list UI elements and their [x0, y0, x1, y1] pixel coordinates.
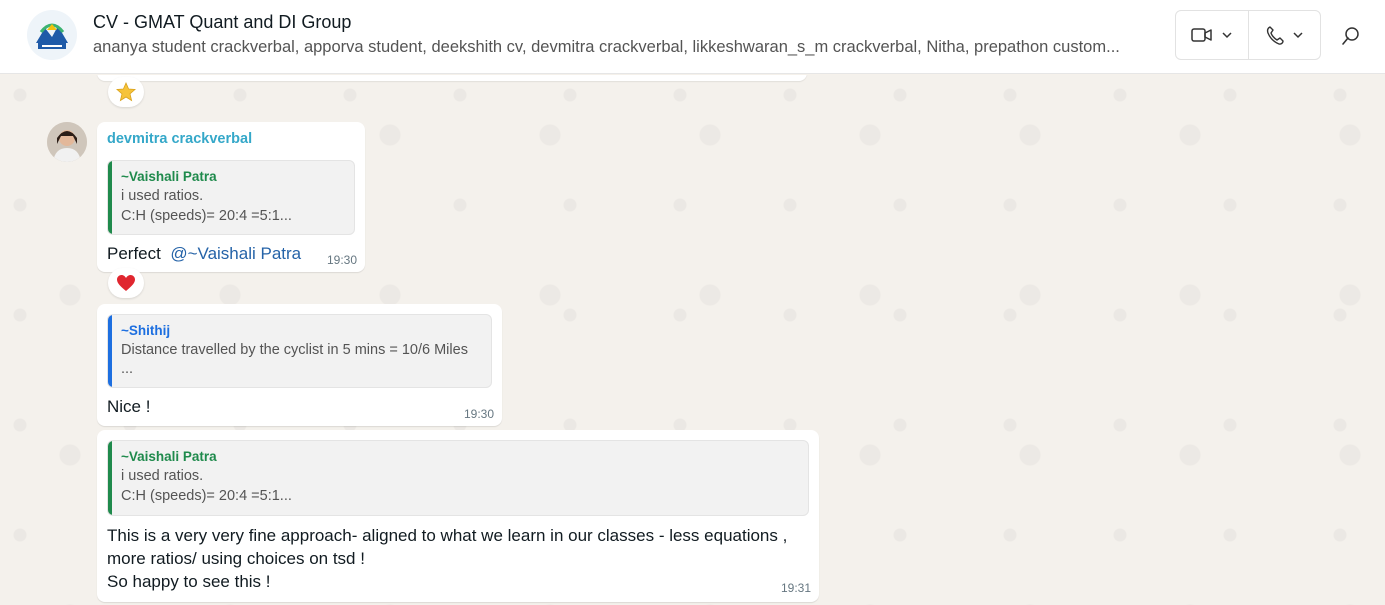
quote-line: C:H (speeds)= 20:4 =5:1... [121, 488, 292, 504]
star-emoji-icon [116, 82, 136, 102]
group-title[interactable]: CV - GMAT Quant and DI Group [93, 12, 351, 33]
reaction-badge[interactable] [108, 268, 144, 298]
heart-emoji-icon [117, 275, 135, 291]
video-call-button[interactable] [1176, 11, 1248, 59]
message-text-line: So happy to see this ! [107, 572, 271, 591]
voice-call-button[interactable] [1248, 11, 1320, 59]
quote-accent-bar [108, 315, 112, 387]
message-bubble[interactable]: ~Vaishali Patra i used ratios. C:H (spee… [97, 430, 819, 602]
message-time: 19:30 [463, 407, 494, 421]
chat-area: devmitra crackverbal ~Vaishali Patra i u… [0, 75, 1385, 605]
message-time: 19:31 [780, 581, 811, 595]
message-bubble[interactable]: ~Shithij Distance travelled by the cycli… [97, 304, 502, 426]
quote-author: ~Vaishali Patra [121, 449, 217, 464]
quote-line: C:H (speeds)= 20:4 =5:1... [121, 208, 292, 224]
avatar[interactable] [47, 122, 87, 162]
chat-header: CV - GMAT Quant and DI Group ananya stud… [0, 0, 1385, 74]
quote-author: ~Shithij [121, 323, 171, 338]
sender-name[interactable]: devmitra crackverbal [107, 131, 252, 147]
quote-line: ... [121, 361, 134, 377]
quote-line: i used ratios. [121, 188, 204, 204]
video-call-icon [1191, 28, 1212, 42]
quote-accent-bar [108, 441, 112, 515]
chevron-down-icon [1292, 32, 1303, 39]
message-text-line: more ratios/ using choices on tsd ! [107, 549, 365, 568]
message-text: Nice ! [107, 397, 151, 416]
quote-author: ~Vaishali Patra [121, 169, 217, 184]
message-text-line: This is a very very fine approach- align… [107, 526, 788, 545]
mention-link[interactable]: @~Vaishali Patra [170, 244, 301, 263]
message-time: 19:30 [326, 253, 357, 267]
quoted-message[interactable]: ~Vaishali Patra i used ratios. C:H (spee… [107, 440, 809, 516]
message-text-prefix: Perfect [107, 244, 161, 263]
previous-message-bubble [97, 75, 807, 81]
group-avatar[interactable] [27, 10, 77, 60]
chevron-down-icon [1222, 32, 1232, 39]
quote-line: i used ratios. [121, 468, 204, 484]
quoted-message[interactable]: ~Shithij Distance travelled by the cycli… [107, 314, 492, 388]
quote-line: Distance travelled by the cyclist in 5 m… [121, 342, 468, 358]
quoted-message[interactable]: ~Vaishali Patra i used ratios. C:H (spee… [107, 160, 355, 235]
reaction-badge[interactable] [108, 77, 144, 107]
voice-call-icon [1266, 26, 1284, 45]
search-button[interactable] [1337, 22, 1365, 50]
group-members[interactable]: ananya student crackverbal, apporva stud… [93, 38, 1161, 57]
quote-accent-bar [108, 161, 112, 234]
call-controls [1175, 10, 1321, 60]
search-icon [1342, 27, 1359, 45]
message-bubble[interactable]: devmitra crackverbal ~Vaishali Patra i u… [97, 122, 365, 272]
message-text: Perfect @~Vaishali Patra [107, 244, 301, 264]
